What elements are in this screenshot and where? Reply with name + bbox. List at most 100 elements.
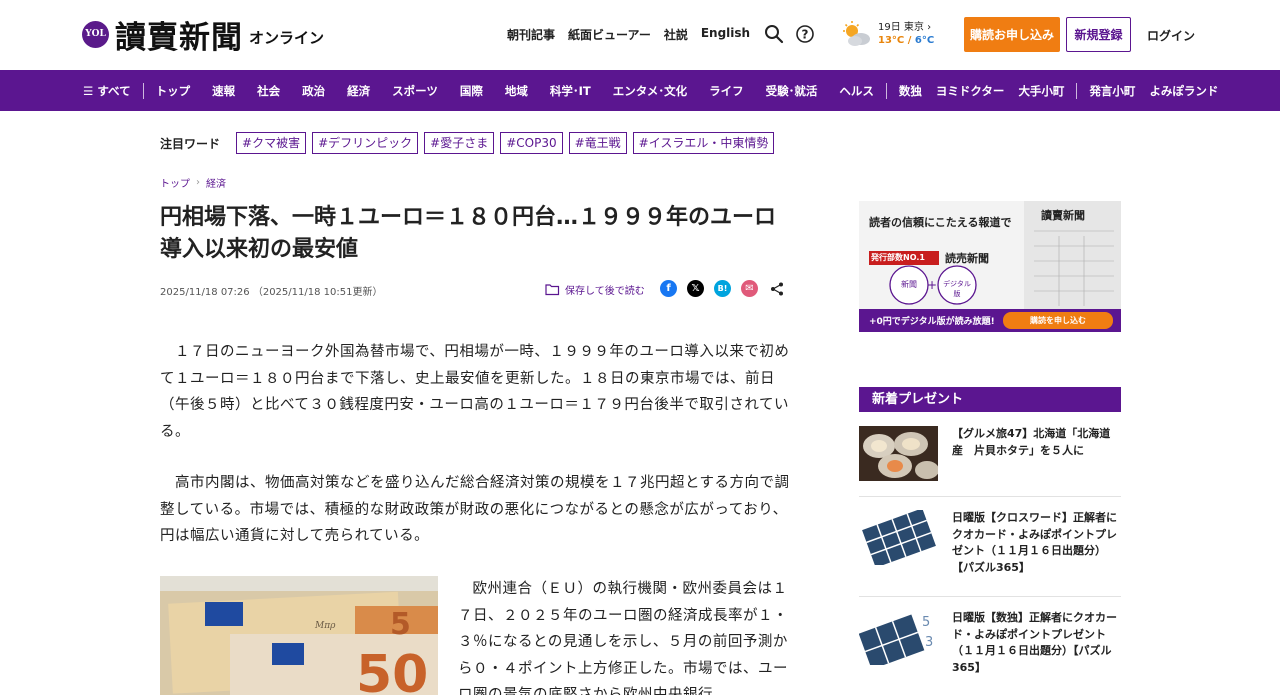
nav-hatsugen[interactable]: 発言小町 (1089, 83, 1135, 99)
present-item-text: 日曜版【数独】正解者にクオカード・よみぽポイントプレゼント（１１月１６日出題分）… (952, 611, 1117, 674)
trending-label: 注目ワード (160, 136, 221, 151)
nav-separator (142, 82, 144, 99)
util-nav-editorial[interactable]: 社説 (664, 26, 688, 43)
published-time: 2025/11/18 07:26 (160, 287, 250, 298)
menu-icon: ☰ (83, 83, 98, 98)
article-paragraph: 欧州連合（ＥＵ）の執行機関・欧州委員会は１７日、２０２５年のユーロ圏の経済成長率… (458, 581, 788, 695)
nav-yomidr[interactable]: ヨミドクター (936, 83, 1005, 99)
nav-international[interactable]: 国際 (460, 83, 483, 99)
ad-badge: 発行部数NO.1 (871, 253, 925, 262)
nav-top[interactable]: トップ (156, 83, 191, 99)
nav-otekomachi[interactable]: 大手小町 (1018, 83, 1064, 99)
logo-wordmark: 讀賣新聞 (115, 19, 243, 56)
nav-breaking[interactable]: 速報 (212, 83, 235, 99)
breadcrumb-economy[interactable]: 経済 (206, 175, 226, 190)
new-presents-heading: 新着プレゼント (859, 387, 1121, 412)
ad-headline: 読者の信頼にこたえる報道で (869, 216, 1012, 229)
nav-science-it[interactable]: 科学･IT (550, 83, 591, 99)
hatena-icon[interactable]: B! (714, 280, 731, 297)
nav-society[interactable]: 社会 (257, 83, 280, 99)
present-item[interactable]: 5 3 日曜版【数独】正解者にクオカード・よみぽポイントプレゼント（１１月１６日… (859, 610, 1121, 676)
breadcrumb: トップ › 経済 (160, 175, 226, 190)
present-item-text: 【グルメ旅47】北海道「北海道産 片貝ホタテ」を５人に (952, 427, 1111, 457)
nav-exam-job[interactable]: 受験･就活 (766, 83, 818, 99)
article-title: 円相場下落、一時１ユーロ＝１８０円台…１９９９年のユーロ導入以来初の最安値 (160, 205, 777, 262)
facebook-icon[interactable]: f (660, 280, 677, 297)
divider (859, 596, 1121, 597)
nav-separator (885, 82, 887, 99)
mail-icon[interactable]: ✉ (741, 280, 758, 297)
util-nav-morning-edition[interactable]: 朝刊記事 (507, 26, 555, 43)
site-logo[interactable]: YOL 讀賣新聞 オンライン (82, 16, 325, 56)
ad-paper-name: 読売新聞 (945, 252, 989, 265)
chevron-right-icon: › (196, 177, 200, 188)
svg-text:5: 5 (922, 615, 930, 630)
svg-text:5: 5 (390, 607, 411, 642)
trending-words: 注目ワード #クマ被害 #デフリンピック #愛子さま #COP30 #竜王戦 #… (160, 132, 775, 154)
weather-widget[interactable]: 19日 東京 › 13°C / 6°C (840, 20, 934, 48)
nav-local[interactable]: 地域 (505, 83, 528, 99)
present-item-text: 日曜版【クロスワード】正解者にクオカード・よみぽポイントプレゼント（１１月１６日… (952, 511, 1117, 574)
article-meta: 2025/11/18 07:26 （2025/11/18 10:51更新） (160, 283, 382, 298)
ad-circle-digital: デジタル版 (943, 280, 971, 298)
ad-circle-newspaper: 新聞 (901, 280, 917, 289)
trending-tag[interactable]: #愛子さま (424, 132, 495, 154)
trending-tag[interactable]: #デフリンピック (312, 132, 419, 154)
updated-time: （2025/11/18 10:51更新） (252, 287, 383, 298)
crossword-icon (859, 510, 938, 565)
article-paragraph: 高市内閣は、物価高対策などを盛り込んだ総合経済対策の規模を１７兆円超とする方向で… (160, 475, 790, 544)
partly-cloudy-icon (843, 21, 870, 46)
weather-high: 13°C (878, 35, 905, 46)
nav-economy[interactable]: 経済 (347, 83, 370, 99)
present-item[interactable]: 【グルメ旅47】北海道「北海道産 片貝ホタテ」を５人に (859, 426, 1121, 481)
nav-sudoku[interactable]: 数独 (899, 83, 922, 99)
chevron-right-icon: › (927, 22, 932, 33)
article-photo-euro-banknotes: 50 5 Μπρ (160, 576, 438, 695)
nav-separator (1076, 82, 1078, 99)
utility-nav: 朝刊記事 紙面ビューアー 社説 English (507, 26, 750, 43)
subscription-ad-banner[interactable]: + 読者の信頼にこたえる報道で 讀賣新聞 発行部数NO.1 読売新聞 新聞 デジ… (859, 201, 1121, 332)
share-buttons: f 𝕏 B! ✉ (660, 280, 785, 297)
share-icon[interactable] (768, 280, 785, 297)
util-nav-paper-viewer[interactable]: 紙面ビューアー (568, 26, 651, 43)
trending-tag[interactable]: #クマ被害 (236, 132, 307, 154)
ad-bottom-text: +0円でデジタル版が読み放題! (869, 317, 995, 327)
search-icon[interactable] (764, 24, 784, 44)
divider (859, 496, 1121, 497)
register-button[interactable]: 新規登録 (1066, 17, 1131, 52)
x-icon[interactable]: 𝕏 (687, 280, 704, 297)
breadcrumb-top[interactable]: トップ (160, 175, 190, 190)
svg-text:3: 3 (925, 635, 933, 650)
trending-tag[interactable]: #竜王戦 (568, 132, 627, 154)
trending-tag[interactable]: #イスラエル・中東情勢 (632, 132, 775, 154)
nav-health[interactable]: ヘルス (839, 83, 874, 99)
weather-low: 6°C (914, 35, 935, 46)
trending-tag[interactable]: #COP30 (500, 132, 563, 154)
login-link[interactable]: ログイン (1147, 27, 1195, 44)
weather-location: 19日 東京 (878, 22, 924, 33)
util-nav-english[interactable]: English (701, 26, 750, 43)
help-icon[interactable]: ? (795, 24, 815, 44)
yol-badge: YOL (82, 20, 109, 48)
save-later-button[interactable]: 保存して後で読む (545, 282, 645, 297)
nav-politics[interactable]: 政治 (302, 83, 325, 99)
nav-life[interactable]: ライフ (709, 83, 744, 99)
folder-icon (545, 284, 560, 296)
ad-apply-button[interactable]: 購読を申し込む (1003, 315, 1113, 326)
nav-sports[interactable]: スポーツ (392, 83, 438, 99)
site-header: YOL 讀賣新聞 オンライン 朝刊記事 紙面ビューアー 社説 English ?… (0, 0, 1280, 70)
subscribe-button[interactable]: 購読お申し込み (964, 17, 1060, 52)
svg-text:?: ? (802, 28, 809, 42)
present-item[interactable]: 日曜版【クロスワード】正解者にクオカード・よみぽポイントプレゼント（１１月１６日… (859, 510, 1121, 576)
svg-text:50: 50 (356, 645, 428, 695)
ad-masthead: 讀賣新聞 (1041, 209, 1085, 222)
scallop-photo (859, 426, 938, 481)
article-paragraph: １７日のニューヨーク外国為替市場で、円相場が一時、１９９９年のユーロ導入以来で初… (160, 344, 790, 440)
nav-all[interactable]: ☰ すべて (83, 83, 131, 99)
sudoku-icon: 5 3 (859, 610, 938, 665)
logo-online: オンライン (249, 28, 325, 47)
svg-text:+: + (927, 278, 937, 292)
nav-yomipo[interactable]: よみぽランド (1149, 83, 1218, 99)
nav-entertainment[interactable]: エンタメ･文化 (613, 83, 687, 99)
svg-text:Μπρ: Μπρ (314, 621, 336, 631)
